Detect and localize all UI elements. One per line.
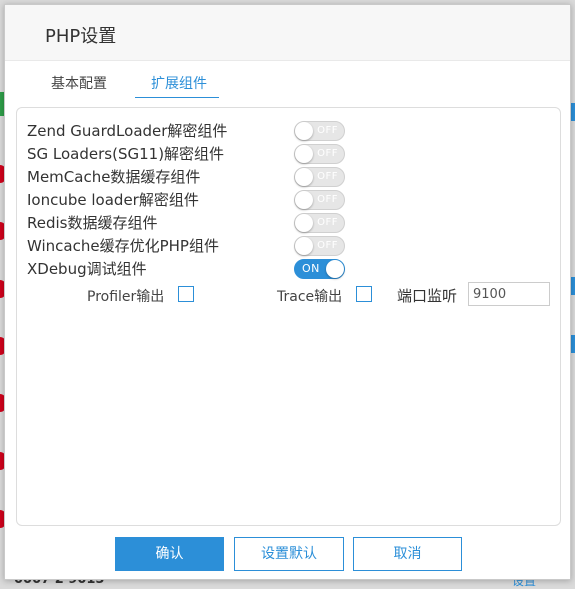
extension-row: Ioncube loader解密组件 OFF bbox=[27, 189, 547, 211]
zend-guardloader-toggle[interactable]: OFF bbox=[294, 121, 345, 141]
wincache-toggle[interactable]: OFF bbox=[294, 236, 345, 256]
settings-tabs: 基本配置 扩展组件 bbox=[5, 61, 570, 101]
extension-row: SG Loaders(SG11)解密组件 OFF bbox=[27, 143, 547, 165]
trace-output-label: Trace输出 bbox=[277, 289, 343, 305]
extension-label: Wincache缓存优化PHP组件 bbox=[27, 237, 219, 255]
background-scroll-marker bbox=[571, 335, 575, 353]
ioncube-toggle[interactable]: OFF bbox=[294, 190, 345, 210]
extension-label: XDebug调试组件 bbox=[27, 260, 147, 278]
sg-loaders-toggle[interactable]: OFF bbox=[294, 144, 345, 164]
toggle-knob bbox=[295, 237, 313, 255]
extension-row: XDebug调试组件 ON bbox=[27, 258, 547, 280]
profiler-output-label: Profiler输出 bbox=[87, 289, 165, 305]
extension-label: Zend GuardLoader解密组件 bbox=[27, 122, 228, 140]
toggle-state: OFF bbox=[317, 217, 338, 228]
extension-row: Wincache缓存优化PHP组件 OFF bbox=[27, 235, 547, 257]
extension-label: MemCache数据缓存组件 bbox=[27, 168, 201, 186]
xdebug-toggle[interactable]: ON bbox=[294, 259, 345, 279]
confirm-button[interactable]: 确认 bbox=[115, 537, 224, 571]
toggle-state: OFF bbox=[317, 171, 338, 182]
toggle-state: OFF bbox=[317, 240, 338, 251]
tab-basic-config[interactable]: 基本配置 bbox=[51, 73, 107, 97]
toggle-state: ON bbox=[302, 262, 320, 275]
cancel-button[interactable]: 取消 bbox=[353, 537, 462, 571]
dialog-title-bar: PHP设置 bbox=[5, 5, 570, 61]
toggle-knob bbox=[326, 260, 344, 278]
memcache-toggle[interactable]: OFF bbox=[294, 167, 345, 187]
redis-toggle[interactable]: OFF bbox=[294, 213, 345, 233]
xdebug-options: Profiler输出 Trace输出 端口监听 bbox=[17, 282, 560, 308]
extension-row: MemCache数据缓存组件 OFF bbox=[27, 166, 547, 188]
toggle-knob bbox=[295, 191, 313, 209]
port-listen-label: 端口监听 bbox=[397, 287, 458, 305]
toggle-knob bbox=[295, 145, 313, 163]
toggle-knob bbox=[295, 214, 313, 232]
php-settings-dialog: PHP设置 基本配置 扩展组件 Zend GuardLoader解密组件 OFF… bbox=[4, 4, 571, 580]
extension-row: Redis数据缓存组件 OFF bbox=[27, 212, 547, 234]
extension-label: SG Loaders(SG11)解密组件 bbox=[27, 145, 225, 163]
toggle-state: OFF bbox=[317, 194, 338, 205]
set-default-button[interactable]: 设置默认 bbox=[234, 537, 344, 571]
extension-label: Redis数据缓存组件 bbox=[27, 214, 158, 232]
background-scroll-marker bbox=[571, 103, 575, 121]
extension-row: Zend GuardLoader解密组件 OFF bbox=[27, 120, 547, 142]
tab-extensions[interactable]: 扩展组件 bbox=[135, 73, 219, 98]
toggle-state: OFF bbox=[317, 125, 338, 136]
extension-label: Ioncube loader解密组件 bbox=[27, 191, 199, 209]
port-listen-input[interactable] bbox=[468, 282, 550, 306]
toggle-knob bbox=[295, 122, 313, 140]
background-scroll-marker bbox=[571, 277, 575, 295]
dialog-title: PHP设置 bbox=[45, 26, 117, 47]
toggle-state: OFF bbox=[317, 148, 338, 159]
profiler-output-checkbox[interactable] bbox=[178, 286, 194, 302]
trace-output-checkbox[interactable] bbox=[356, 286, 372, 302]
extensions-panel: Zend GuardLoader解密组件 OFF SG Loaders(SG11… bbox=[16, 107, 561, 526]
toggle-knob bbox=[295, 168, 313, 186]
